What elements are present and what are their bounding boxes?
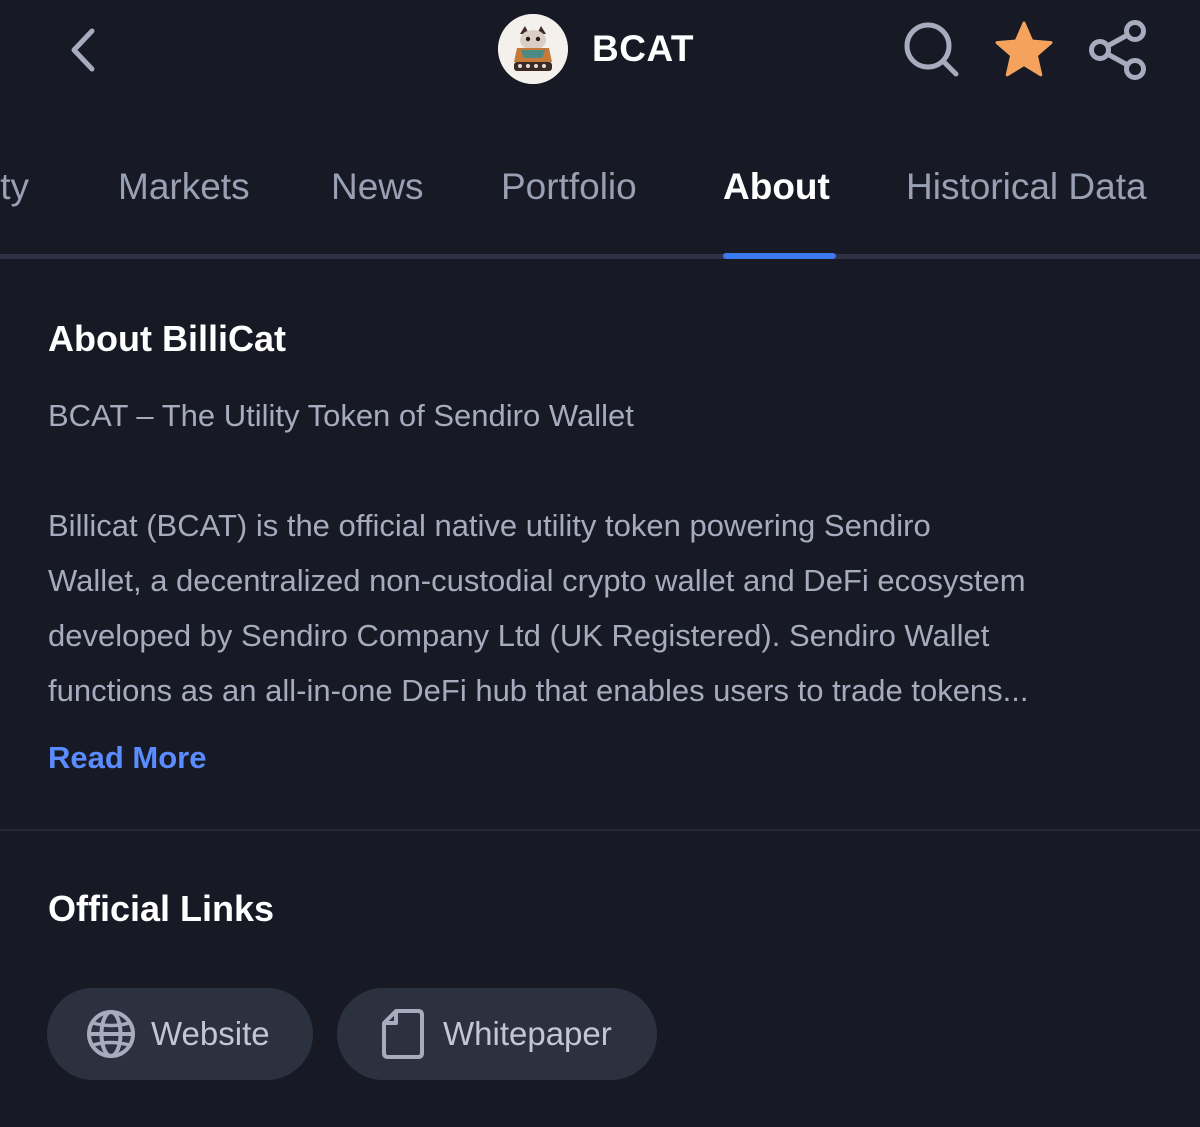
official-links-heading: Official Links	[48, 888, 275, 929]
favorite-button[interactable]	[992, 18, 1056, 82]
tab-bar-divider	[0, 254, 1200, 259]
share-icon	[1089, 20, 1146, 80]
tab-bar: ity Markets News Portfolio About Histori…	[0, 130, 1200, 260]
chevron-left-icon	[71, 28, 95, 72]
website-link-button[interactable]: Website	[47, 988, 313, 1080]
about-heading: About BilliCat	[48, 318, 286, 359]
coin-title: BCAT	[592, 28, 695, 69]
tab-about[interactable]: About	[723, 166, 830, 208]
globe-icon	[85, 1008, 137, 1060]
about-subtitle: BCAT – The Utility Token of Sendiro Wall…	[48, 398, 634, 433]
about-body-line-4: functions as an all-in-one DeFi hub that…	[48, 673, 1029, 708]
coin-identity: BCAT	[498, 14, 694, 84]
search-icon	[904, 22, 959, 77]
tab-historical-data[interactable]: Historical Data	[906, 166, 1147, 208]
share-button[interactable]	[1086, 18, 1150, 82]
whitepaper-link-label: Whitepaper	[443, 1015, 612, 1052]
section-divider	[0, 829, 1200, 831]
tab-portfolio[interactable]: Portfolio	[501, 166, 637, 208]
about-body-line-1: Billicat (BCAT) is the official native u…	[48, 508, 931, 543]
read-more-link[interactable]: Read More	[48, 740, 206, 776]
document-icon	[377, 1008, 429, 1060]
tab-community[interactable]: ity	[0, 166, 29, 208]
whitepaper-link-button[interactable]: Whitepaper	[337, 988, 657, 1080]
about-body-line-3: developed by Sendiro Company Ltd (UK Reg…	[48, 618, 990, 653]
website-link-label: Website	[151, 1015, 270, 1052]
tab-markets[interactable]: Markets	[118, 166, 250, 208]
search-button[interactable]	[900, 18, 964, 82]
top-app-bar: BCAT	[0, 0, 1200, 110]
coin-logo	[498, 14, 568, 84]
about-body-line-2: Wallet, a decentralized non-custodial cr…	[48, 563, 1026, 598]
tab-news[interactable]: News	[331, 166, 424, 208]
back-button[interactable]	[58, 22, 108, 78]
active-tab-indicator	[723, 253, 836, 259]
star-icon	[995, 21, 1053, 77]
